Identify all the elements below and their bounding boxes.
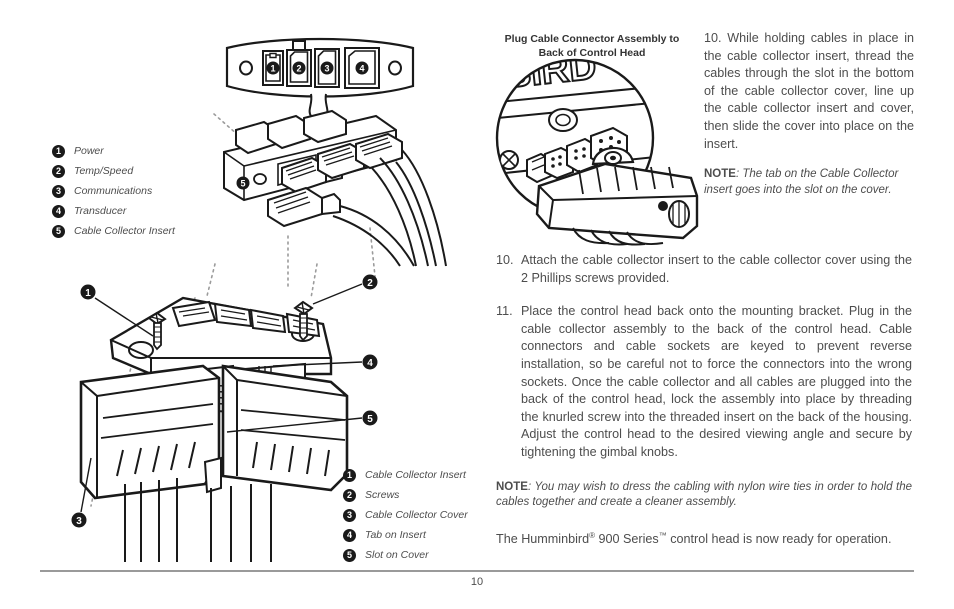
list-item: 3 Cable Collector Cover — [343, 509, 468, 522]
note-side: NOTE: The tab on the Cable Collector ins… — [704, 167, 914, 198]
step-11-number: 11. — [496, 304, 513, 319]
step-11-text: Place the control head back onto the mou… — [521, 304, 912, 459]
legend-label: Screws — [365, 489, 400, 501]
legend-label: Transducer — [74, 205, 127, 217]
manual-page: 1 2 3 4 5 1 Power 2 Temp/Speed 3 Communi… — [0, 0, 954, 609]
list-item: 3 Communications — [52, 185, 175, 198]
callout-5: 5 — [236, 176, 250, 190]
main-text-block: 10. Attach the cable collector insert to… — [496, 252, 912, 548]
step-10-side-number: 10. — [704, 31, 722, 45]
legend-bullet: 4 — [52, 205, 65, 218]
legend-label: Cable Collector Insert — [74, 225, 175, 237]
legend-label: Power — [74, 145, 104, 157]
step-10-number: 10. — [496, 253, 514, 267]
figure-caption: Plug Cable Connector Assembly to Back of… — [487, 32, 697, 60]
list-item: 4 Tab on Insert — [343, 529, 468, 542]
legend-connector-list: 1 Power 2 Temp/Speed 3 Communications 4 … — [52, 145, 175, 245]
step-11: 11. Place the control head back onto the… — [496, 303, 912, 461]
svg-text:1: 1 — [85, 288, 91, 299]
step-10: 10. Attach the cable collector insert to… — [496, 252, 912, 287]
note-main-label: NOTE — [496, 480, 528, 493]
note-side-label: NOTE — [704, 168, 736, 181]
callout-1: 1 — [266, 61, 280, 75]
svg-text:2: 2 — [367, 278, 373, 289]
note-main: NOTE: You may wish to dress the cabling … — [496, 480, 912, 511]
figure-control-head-back: BIRD — [487, 58, 702, 246]
step-10-text: Attach the cable collector insert to the… — [521, 253, 912, 285]
callout-4: 4 — [355, 61, 369, 75]
figure-plugged-connectors: 5 — [200, 108, 460, 289]
legend-label: Cable Collector Insert — [365, 469, 466, 481]
svg-text:5: 5 — [367, 414, 373, 425]
list-item: 4 Transducer — [52, 205, 175, 218]
list-item: 5 Slot on Cover — [343, 549, 468, 562]
legend-bullet: 1 — [343, 469, 356, 482]
svg-text:5: 5 — [240, 179, 245, 189]
figure-caption-line1: Plug Cable Connector Assembly to — [504, 33, 680, 45]
page-number: 10 — [470, 576, 484, 588]
legend-label: Temp/Speed — [74, 165, 134, 177]
legend-bullet: 5 — [343, 549, 356, 562]
legend-label: Tab on Insert — [365, 529, 426, 541]
legend-bullet: 4 — [343, 529, 356, 542]
closing-part2: 900 Series — [595, 531, 659, 546]
trademark-mark: ™ — [658, 530, 667, 540]
sidebar-text-block: 10. While holding cables in place in the… — [704, 30, 914, 198]
svg-text:4: 4 — [367, 358, 373, 369]
list-item: 2 Screws — [343, 489, 468, 502]
legend-bullet: 2 — [52, 165, 65, 178]
legend-bullet: 1 — [52, 145, 65, 158]
callout-3: 3 — [320, 61, 334, 75]
legend-bullet: 5 — [52, 225, 65, 238]
svg-text:4: 4 — [359, 64, 364, 74]
list-item: 1 Power — [52, 145, 175, 158]
legend-label: Slot on Cover — [365, 549, 429, 561]
svg-text:2: 2 — [296, 64, 301, 74]
callout-1: 1 — [80, 284, 154, 337]
legend-bullet: 2 — [343, 489, 356, 502]
legend-label: Communications — [74, 185, 153, 197]
step-10-side: 10. While holding cables in place in the… — [704, 30, 914, 153]
legend-bullet: 3 — [343, 509, 356, 522]
list-item: 1 Cable Collector Insert — [343, 469, 468, 482]
svg-text:3: 3 — [324, 64, 329, 74]
closing-part3: control head is now ready for operation. — [666, 531, 892, 546]
list-item: 5 Cable Collector Insert — [52, 225, 175, 238]
phillips-screw-left — [499, 150, 519, 170]
callout-2: 2 — [312, 274, 378, 305]
list-item: 2 Temp/Speed — [52, 165, 175, 178]
callout-2: 2 — [292, 61, 306, 75]
closing-statement: The Humminbird® 900 Series™ control head… — [496, 527, 912, 549]
closing-part1: The Humminbird — [496, 531, 590, 546]
legend-label: Cable Collector Cover — [365, 509, 468, 521]
legend-assembly-list: 1 Cable Collector Insert 2 Screws 3 Cabl… — [343, 469, 468, 569]
note-main-text: : You may wish to dress the cabling with… — [496, 480, 912, 509]
step-10-side-text: While holding cables in place in the cab… — [704, 31, 915, 151]
svg-text:3: 3 — [76, 516, 82, 527]
svg-text:1: 1 — [270, 64, 275, 74]
footer-divider — [40, 570, 914, 572]
legend-bullet: 3 — [52, 185, 65, 198]
